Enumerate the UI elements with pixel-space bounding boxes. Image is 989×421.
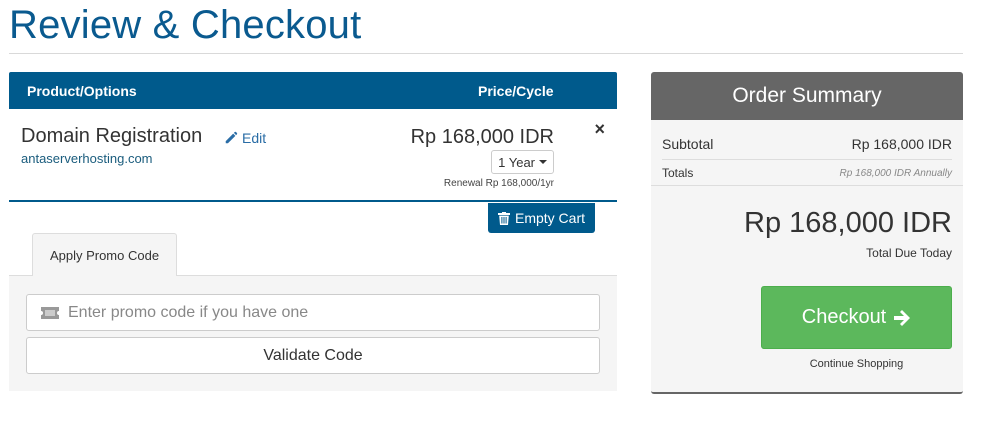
item-domain: antaserverhosting.com — [21, 151, 153, 166]
caret-down-icon — [539, 160, 547, 164]
cart-item: Domain Registration Edit antaserverhosti… — [9, 109, 617, 202]
subtotal-label: Subtotal — [662, 136, 714, 152]
validate-code-button[interactable]: Validate Code — [26, 337, 600, 374]
promo-body: Validate Code — [9, 275, 617, 391]
edit-label: Edit — [242, 130, 267, 146]
total-due-amount: Rp 168,000 IDR — [744, 207, 952, 239]
edit-link[interactable]: Edit — [224, 130, 266, 146]
checkout-button[interactable]: Checkout — [761, 286, 952, 349]
totals-value: Rp 168,000 IDR Annually — [839, 167, 952, 179]
total-due-label: Total Due Today — [866, 246, 952, 260]
arrow-right-icon — [894, 309, 911, 326]
empty-cart-row: Empty Cart — [9, 202, 617, 233]
promo-code-field[interactable] — [26, 294, 600, 331]
order-summary-title: Order Summary — [651, 72, 963, 120]
order-summary-body: Subtotal Rp 168,000 IDR Totals Rp 168,00… — [651, 120, 963, 392]
order-summary: Order Summary Subtotal Rp 168,000 IDR To… — [651, 72, 963, 394]
pencil-icon — [225, 131, 238, 144]
remove-item-button[interactable]: × — [594, 119, 605, 140]
column-header-price: Price/Cycle — [478, 83, 554, 99]
page-title: Review & Checkout — [9, 3, 362, 47]
renewal-text: Renewal Rp 168,000/1yr — [443, 178, 554, 189]
promo-panel: Apply Promo Code Validate Code — [9, 233, 617, 391]
ticket-icon — [41, 306, 59, 319]
column-header-product: Product/Options — [27, 83, 137, 99]
summary-divider — [662, 159, 952, 160]
subtotal-value: Rp 168,000 IDR — [851, 136, 952, 152]
item-name: Domain Registration — [21, 125, 203, 147]
totals-row: Totals Rp 168,000 IDR Annually — [662, 163, 952, 183]
cart-header: Product/Options Price/Cycle — [9, 72, 617, 109]
cart-table: Product/Options Price/Cycle Domain Regis… — [9, 72, 617, 233]
promo-code-input[interactable] — [68, 303, 568, 322]
item-price: Rp 168,000 IDR — [410, 126, 554, 148]
summary-divider — [651, 185, 963, 186]
title-divider — [9, 53, 963, 54]
billing-cycle-select[interactable]: 1 Year — [491, 150, 554, 174]
continue-shopping-link[interactable]: Continue Shopping — [761, 358, 952, 370]
subtotal-row: Subtotal Rp 168,000 IDR — [662, 132, 952, 156]
checkout-label: Checkout — [801, 306, 887, 328]
totals-label: Totals — [662, 166, 694, 180]
empty-cart-button[interactable]: Empty Cart — [487, 203, 595, 233]
billing-cycle-value: 1 Year — [498, 154, 535, 170]
tab-apply-promo-code[interactable]: Apply Promo Code — [32, 233, 177, 276]
trash-icon — [497, 211, 510, 225]
empty-cart-label: Empty Cart — [514, 210, 585, 226]
